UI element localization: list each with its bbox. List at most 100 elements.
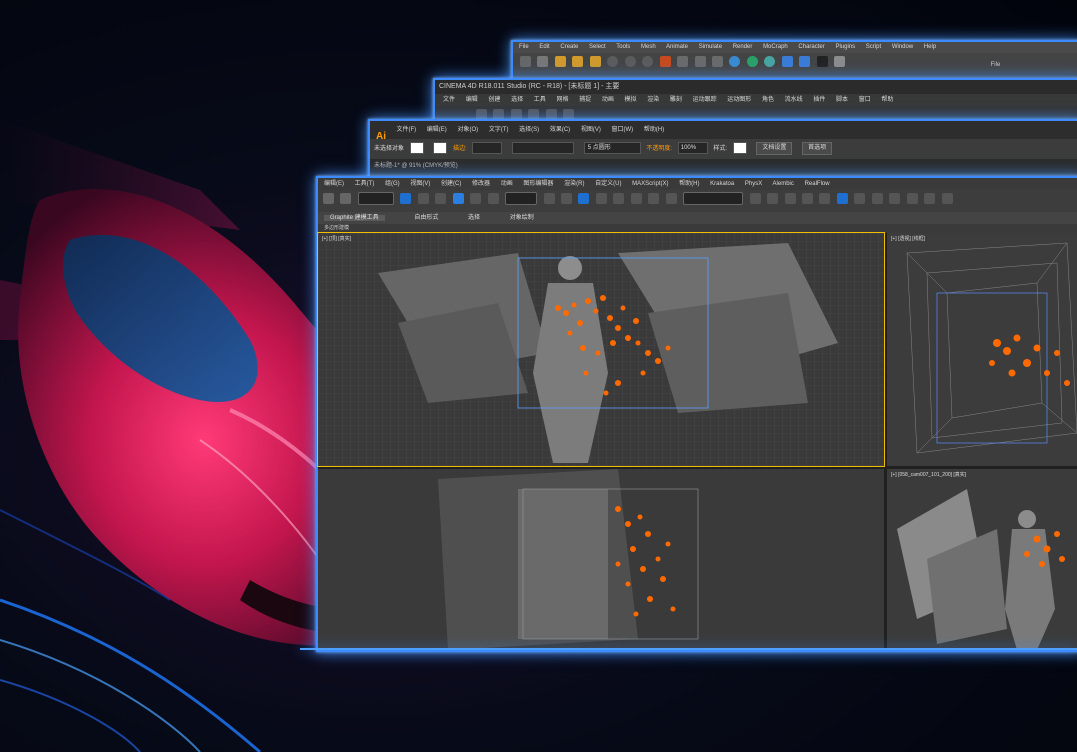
select-by-name-icon[interactable] — [417, 193, 429, 205]
hypershade-icon[interactable] — [711, 56, 723, 68]
max-menu-item[interactable]: 帮助(H) — [679, 181, 699, 187]
c4d-menu-item[interactable]: 运动跟踪 — [693, 97, 717, 103]
max-menu-item[interactable]: 渲染(R) — [564, 181, 584, 187]
maya-menu-item[interactable]: Script — [866, 44, 881, 50]
keyboard-shortcut-icon[interactable] — [578, 193, 590, 205]
maya-menu-item[interactable]: Plugins — [835, 44, 855, 50]
axis-y-icon[interactable] — [624, 56, 636, 68]
max-menu-item[interactable]: MAXScript(X) — [632, 181, 668, 187]
stroke-label[interactable]: 描边: — [453, 146, 467, 152]
maya-menu-item[interactable]: Simulate — [699, 44, 722, 50]
maya-menu-item[interactable]: Help — [924, 44, 936, 50]
max-menu-item[interactable]: 自定义(U) — [595, 181, 621, 187]
c4d-menu-item[interactable]: 捕捉 — [579, 97, 591, 103]
ribbon-tab[interactable]: 选择 — [468, 215, 480, 221]
c4d-menu-item[interactable]: 网格 — [556, 97, 568, 103]
rotate-tool-icon[interactable] — [572, 56, 584, 68]
move-tool-icon[interactable] — [554, 56, 566, 68]
maya-menu-item[interactable]: Edit — [539, 44, 549, 50]
stroke-swatch[interactable] — [433, 142, 448, 155]
c4d-menu-item[interactable]: 脚本 — [836, 97, 848, 103]
maya-menu-item[interactable]: MoCraph — [763, 44, 788, 50]
c4d-menu-item[interactable]: 流水线 — [785, 97, 803, 103]
maya-menu-item[interactable]: Create — [560, 44, 578, 50]
select-tool-icon[interactable] — [520, 56, 531, 68]
render-frame-icon[interactable] — [889, 193, 901, 205]
opacity-field[interactable]: 100% — [677, 142, 708, 155]
opacity-label[interactable]: 不透明度: — [646, 146, 672, 152]
c4d-menu-item[interactable]: 选择 — [511, 97, 523, 103]
max-menu-item[interactable]: 编辑(E) — [324, 181, 344, 187]
max-menu-item[interactable]: Alembic — [773, 181, 794, 187]
ai-menu-item[interactable]: 文字(T) — [489, 127, 509, 133]
max-menu-item[interactable]: 动画 — [501, 181, 513, 187]
c4d-menu-item[interactable]: 窗口 — [859, 97, 871, 103]
named-selection-dropdown[interactable] — [683, 192, 744, 206]
light-icon[interactable] — [781, 56, 793, 68]
max-menu-item[interactable]: 修改器 — [472, 181, 490, 187]
maya-menu-item[interactable]: Select — [589, 44, 606, 50]
render-iterative-icon[interactable] — [941, 193, 953, 205]
ai-menu-item[interactable]: 编辑(E) — [427, 127, 447, 133]
render-teapot-icon[interactable] — [924, 193, 936, 205]
settings-icon[interactable] — [834, 56, 846, 68]
c4d-menu-item[interactable]: 渲染 — [647, 97, 659, 103]
viewport-top-label[interactable]: [+] [顶] [真实] — [322, 235, 351, 242]
max-menu-item[interactable]: 视图(V) — [410, 181, 430, 187]
style-swatch[interactable] — [732, 142, 747, 155]
render-production-icon[interactable] — [906, 193, 918, 205]
graphite-toggle-icon[interactable] — [801, 193, 813, 205]
stroke-weight-field[interactable] — [472, 142, 503, 155]
sphere-icon[interactable] — [729, 56, 741, 68]
scale-tool-icon[interactable] — [589, 56, 601, 68]
preferences-button[interactable]: 首选项 — [802, 141, 833, 155]
reference-coord-dropdown[interactable] — [505, 192, 538, 206]
fill-swatch[interactable] — [409, 142, 424, 155]
c4d-menu-item[interactable]: 插件 — [813, 97, 825, 103]
lasso-tool-icon[interactable] — [537, 56, 549, 68]
max-menu-item[interactable]: 组(G) — [385, 181, 400, 187]
ai-menu-item[interactable]: 选择(S) — [519, 127, 539, 133]
rotate-icon[interactable] — [470, 193, 482, 205]
axis-z-icon[interactable] — [642, 56, 654, 68]
viewport-front[interactable] — [318, 469, 884, 650]
render-icon[interactable] — [677, 56, 689, 68]
brush-dropdown[interactable]: 5 点圆形 — [583, 142, 641, 155]
max-menu-item[interactable]: 工具(T) — [355, 181, 375, 187]
maya-menu-item[interactable]: Window — [892, 44, 913, 50]
material-editor-icon[interactable] — [854, 193, 866, 205]
maya-right-label[interactable]: File — [991, 62, 1001, 68]
ribbon-tab[interactable]: 自由形式 — [414, 215, 438, 221]
viewport-camera[interactable]: [+] [058_cam007_101_200] [真实] — [887, 469, 1077, 650]
render-settings-icon[interactable] — [694, 56, 706, 68]
max-menu-item[interactable]: RealFlow — [805, 181, 830, 187]
angle-snap-icon[interactable] — [613, 193, 625, 205]
schematic-view-icon[interactable] — [836, 193, 848, 205]
camera-icon[interactable] — [799, 56, 811, 68]
c4d-menu-item[interactable]: 动画 — [602, 97, 614, 103]
select-object-icon[interactable] — [400, 193, 412, 205]
axis-x-icon[interactable] — [607, 56, 619, 68]
rect-select-icon[interactable] — [435, 193, 447, 205]
maya-menu-item[interactable]: File — [519, 44, 529, 50]
c4d-menu-item[interactable]: 创建 — [488, 97, 500, 103]
c4d-menu-item[interactable]: 雕刻 — [670, 97, 682, 103]
viewport-camera-label[interactable]: [+] [058_cam007_101_200] [真实] — [891, 471, 966, 478]
maya-menu-item[interactable]: Tools — [616, 44, 630, 50]
maya-menu-item[interactable]: Render — [733, 44, 753, 50]
spinner-snap-icon[interactable] — [648, 193, 660, 205]
ai-menu-item[interactable]: 对象(O) — [457, 127, 478, 133]
ai-menu-item[interactable]: 帮助(H) — [644, 127, 664, 133]
max-menu-item[interactable]: 图形编辑器 — [523, 181, 553, 187]
cube-icon[interactable] — [746, 56, 758, 68]
ai-menu-item[interactable]: 效果(C) — [550, 127, 570, 133]
c4d-menu-item[interactable]: 运动图形 — [727, 97, 751, 103]
variable-width-dropdown[interactable] — [512, 142, 575, 155]
scale-icon[interactable] — [487, 193, 499, 205]
selection-filter-dropdown[interactable] — [357, 192, 394, 206]
maya-menu-item[interactable]: Animate — [666, 44, 688, 50]
maya-menu-item[interactable]: Mesh — [641, 44, 656, 50]
align-icon[interactable] — [767, 193, 779, 205]
c4d-menu-item[interactable]: 文件 — [443, 97, 455, 103]
snap-icon[interactable] — [659, 56, 671, 68]
